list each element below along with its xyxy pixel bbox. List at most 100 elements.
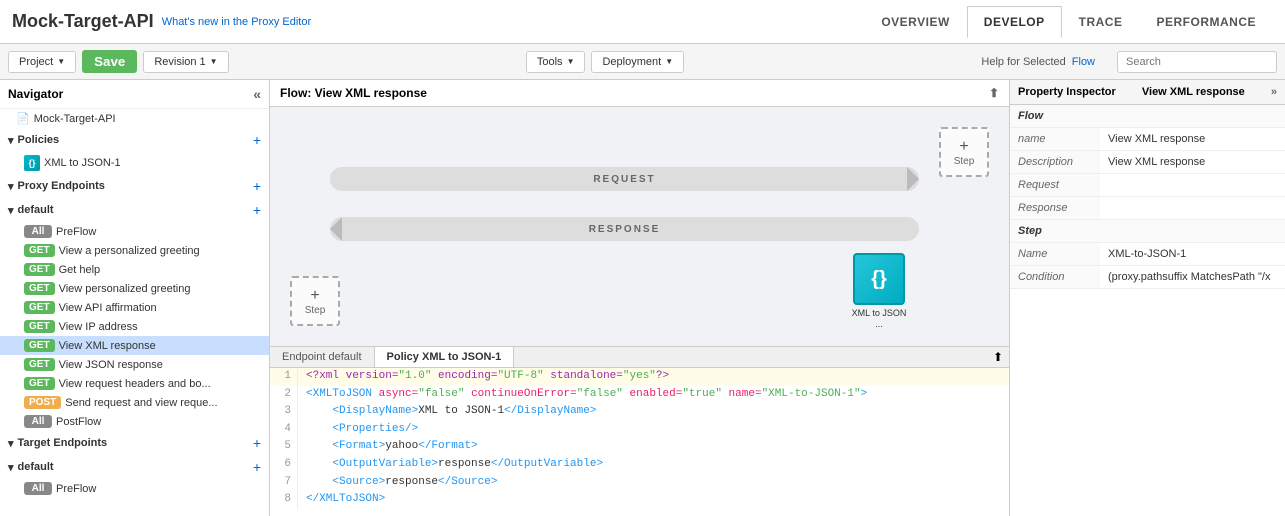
request-label: REQUEST <box>593 174 655 185</box>
xml-to-json-policy-block[interactable]: {} XML to JSON ... <box>849 253 909 330</box>
code-line-4: 4 <Properties/> <box>270 421 1009 439</box>
badge-get-affirmation: GET <box>24 301 55 314</box>
nav-preflow[interactable]: All PreFlow <box>0 222 269 241</box>
save-button[interactable]: Save <box>82 50 137 73</box>
whats-new-link[interactable]: What's new in the Proxy Editor <box>162 16 311 28</box>
add-proxy-endpoint-btn[interactable]: + <box>253 178 261 194</box>
prop-description-key: Description <box>1010 151 1100 174</box>
code-line-1: 1 <?xml version="1.0" encoding="UTF-8" s… <box>270 368 1009 386</box>
nav-view-ip[interactable]: GET View IP address <box>0 317 269 336</box>
prop-flow-section: Flow <box>1010 105 1285 128</box>
policy-label: XML to JSON-1 <box>44 157 121 169</box>
line-num-8: 8 <box>270 491 298 509</box>
code-text-3: <DisplayName>XML to JSON-1</DisplayName> <box>306 403 596 421</box>
add-step-btn-bottom[interactable]: + Step <box>290 276 340 326</box>
nav-view-xml[interactable]: GET View XML response <box>0 336 269 355</box>
line-num-3: 3 <box>270 403 298 421</box>
policies-label: Policies <box>18 134 60 146</box>
revision-button[interactable]: Revision 1 ▼ <box>144 52 227 72</box>
prop-response-value[interactable] <box>1100 197 1285 220</box>
tab-endpoint-default[interactable]: Endpoint default <box>270 347 375 367</box>
expand-property-inspector-btn[interactable]: » <box>1271 86 1277 98</box>
nav-target-preflow[interactable]: All PreFlow <box>0 479 269 498</box>
flow-section-header: Flow <box>1010 105 1285 128</box>
add-target-endpoint-btn[interactable]: + <box>253 435 261 451</box>
search-input[interactable] <box>1117 51 1277 73</box>
target-endpoints-section[interactable]: ▾ Target Endpoints + <box>0 431 269 455</box>
proxy-endpoints-chevron: ▾ <box>8 180 14 193</box>
send-request-label: Send request and view reque... <box>65 397 217 409</box>
policy-block-label: XML to JSON ... <box>849 308 909 330</box>
nav-view-personalized-greeting[interactable]: GET View personalized greeting <box>0 279 269 298</box>
nav-view-affirmation[interactable]: GET View API affirmation <box>0 298 269 317</box>
project-button[interactable]: Project ▼ <box>9 52 75 72</box>
flow-link[interactable]: Flow <box>1072 56 1095 68</box>
policies-section[interactable]: ▾ Policies + <box>0 128 269 152</box>
badge-get-json: GET <box>24 358 55 371</box>
prop-description-value[interactable]: View XML response <box>1100 151 1285 174</box>
expand-flow-btn[interactable]: ⬆ <box>989 86 999 100</box>
tab-develop[interactable]: DEVELOP <box>967 6 1062 38</box>
line-num-1: 1 <box>270 368 298 386</box>
prop-name-value[interactable]: View XML response <box>1100 128 1285 151</box>
tab-performance[interactable]: PERFORMANCE <box>1139 6 1273 38</box>
navigator-title: Navigator <box>8 87 63 101</box>
tab-trace[interactable]: TRACE <box>1062 6 1140 38</box>
project-caret: ▼ <box>57 57 65 66</box>
target-default-label: default <box>18 461 54 473</box>
policies-chevron: ▾ <box>8 134 14 147</box>
prop-request-value[interactable] <box>1100 174 1285 197</box>
code-expand-btn[interactable]: ⬆ <box>987 347 1009 367</box>
code-text-2: <XMLToJSON async="false" continueOnError… <box>306 386 867 404</box>
nav-view-greeting[interactable]: GET View a personalized greeting <box>0 241 269 260</box>
badge-get-personalized: GET <box>24 282 55 295</box>
prop-step-name-value[interactable]: XML-to-JSON-1 <box>1100 243 1285 266</box>
get-help-label: Get help <box>59 264 101 276</box>
badge-get-greeting: GET <box>24 244 55 257</box>
deployment-button[interactable]: Deployment ▼ <box>592 52 683 72</box>
proxy-endpoints-section[interactable]: ▾ Proxy Endpoints + <box>0 174 269 198</box>
tools-button[interactable]: Tools ▼ <box>527 52 585 72</box>
deployment-dropdown[interactable]: Deployment ▼ <box>591 51 684 73</box>
tab-policy-xml-to-json[interactable]: Policy XML to JSON-1 <box>375 347 515 367</box>
line-num-4: 4 <box>270 421 298 439</box>
proxy-default-label: default <box>18 204 54 216</box>
code-line-8: 8 </XMLToJSON> <box>270 491 1009 509</box>
badge-post-send: POST <box>24 396 61 409</box>
tools-caret: ▼ <box>567 57 575 66</box>
tab-overview[interactable]: OVERVIEW <box>864 6 966 38</box>
revision-dropdown[interactable]: Revision 1 ▼ <box>143 51 228 73</box>
property-inspector-title: Property Inspector <box>1018 86 1116 98</box>
nav-view-request-headers[interactable]: GET View request headers and bo... <box>0 374 269 393</box>
add-policy-btn[interactable]: + <box>253 132 261 148</box>
badge-get-help: GET <box>24 263 55 276</box>
nav-view-json[interactable]: GET View JSON response <box>0 355 269 374</box>
add-target-default-flow-btn[interactable]: + <box>253 459 261 475</box>
view-greeting-label: View a personalized greeting <box>59 245 200 257</box>
line-num-7: 7 <box>270 474 298 492</box>
collapse-navigator-btn[interactable]: « <box>253 86 261 102</box>
plus-icon-bottom: + <box>310 287 319 305</box>
property-table: Flow name View XML response Description … <box>1010 105 1285 289</box>
add-proxy-default-flow-btn[interactable]: + <box>253 202 261 218</box>
view-affirmation-label: View API affirmation <box>59 302 157 314</box>
app-title-area: Mock-Target-API What's new in the Proxy … <box>12 11 311 32</box>
nav-send-request[interactable]: POST Send request and view reque... <box>0 393 269 412</box>
app-title: Mock-Target-API <box>12 11 154 32</box>
nav-get-help[interactable]: GET Get help <box>0 260 269 279</box>
project-dropdown[interactable]: Project ▼ <box>8 51 76 73</box>
proxy-default-section[interactable]: ▾ default + <box>0 198 269 222</box>
add-step-btn-top[interactable]: + Step <box>939 127 989 177</box>
target-default-chevron: ▾ <box>8 461 14 474</box>
prop-condition-value[interactable]: (proxy.pathsuffix MatchesPath "/x <box>1100 266 1285 289</box>
view-xml-label: View XML response <box>59 340 156 352</box>
target-preflow-label: PreFlow <box>56 483 96 495</box>
line-num-2: 2 <box>270 386 298 404</box>
nav-api-root[interactable]: 📄 Mock-Target-API <box>0 109 269 128</box>
tools-dropdown[interactable]: Tools ▼ <box>526 51 586 73</box>
nav-postflow[interactable]: All PostFlow <box>0 412 269 431</box>
view-ip-label: View IP address <box>59 321 138 333</box>
target-default-section[interactable]: ▾ default + <box>0 455 269 479</box>
request-lane: REQUEST <box>330 167 919 191</box>
nav-xml-to-json[interactable]: {} XML to JSON-1 <box>0 152 269 174</box>
